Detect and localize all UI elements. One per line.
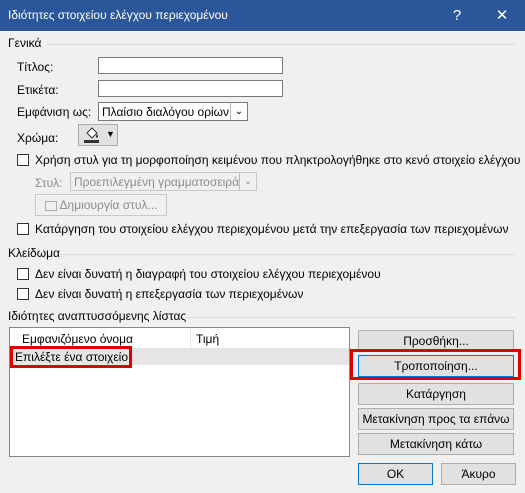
- highlight-box-list-item: [10, 346, 132, 368]
- show-as-dropdown[interactable]: Πλαίσιο διαλόγου ορίων ⌄: [98, 102, 248, 121]
- remove-after-edit-checkbox[interactable]: [17, 223, 29, 235]
- column-header-value[interactable]: Τιμή: [196, 332, 219, 346]
- move-up-button[interactable]: Μετακίνηση προς τα επάνω: [358, 408, 514, 430]
- tag-input[interactable]: [98, 80, 283, 97]
- cancel-button[interactable]: Άκυρο: [441, 463, 516, 485]
- show-as-label: Εμφάνιση ως:: [17, 105, 92, 119]
- highlight-box-modify: [350, 349, 521, 380]
- help-button[interactable]: ?: [435, 0, 479, 31]
- remove-after-edit-label: Κατάργηση του στοιχείου ελέγχου περιεχομ…: [35, 222, 509, 236]
- no-edit-checkbox[interactable]: [17, 288, 29, 300]
- window-title: Ιδιότητες στοιχείου ελέγχου περιεχομένου: [8, 8, 228, 22]
- color-label: Χρώμα:: [17, 131, 59, 145]
- chevron-down-icon: ⌄: [239, 173, 256, 190]
- new-style-button[interactable]: Δημιουργία στυλ...: [35, 194, 167, 216]
- general-separator: [46, 44, 516, 45]
- use-style-label: Χρήση στυλ για τη μορφοποίηση κειμένου π…: [35, 153, 521, 167]
- chevron-down-icon: ⌄: [230, 103, 247, 120]
- style-dropdown[interactable]: Προεπιλεγμένη γραμματοσειρά ⌄: [70, 172, 257, 191]
- column-header-display-name[interactable]: Εμφανιζόμενο όνομα: [22, 332, 133, 346]
- use-style-checkbox[interactable]: [17, 154, 29, 166]
- style-value: Προεπιλεγμένη γραμματοσειρά: [74, 175, 239, 189]
- column-divider: [190, 328, 191, 348]
- title-input[interactable]: [98, 57, 283, 74]
- locking-separator: [60, 254, 516, 255]
- title-field-label: Τίτλος:: [17, 60, 54, 74]
- locking-group-label: Κλείδωμα: [8, 246, 60, 260]
- dropdown-props-group-label: Ιδιότητες αναπτυσσόμενης λίστας: [8, 309, 187, 323]
- ok-button[interactable]: OK: [358, 463, 433, 485]
- caret-down-icon: ▼: [106, 129, 115, 139]
- no-delete-label: Δεν είναι δυνατή η διαγραφή του στοιχείο…: [35, 267, 381, 281]
- remove-item-button[interactable]: Κατάργηση: [358, 383, 514, 405]
- general-group-label: Γενικά: [8, 36, 42, 50]
- no-delete-checkbox[interactable]: [17, 268, 29, 280]
- style-icon: [44, 200, 57, 211]
- no-edit-label: Δεν είναι δυνατή η επεξεργασία των περιε…: [35, 287, 304, 301]
- move-down-button[interactable]: Μετακίνηση κάτω: [358, 433, 514, 455]
- paint-bucket-icon: [84, 127, 99, 143]
- style-label: Στυλ:: [35, 176, 63, 190]
- title-bar: Ιδιότητες στοιχείου ελέγχου περιεχομένου…: [0, 0, 525, 31]
- tag-field-label: Ετικέτα:: [17, 83, 59, 97]
- close-button[interactable]: ✕: [480, 0, 524, 31]
- color-picker-button[interactable]: ▼: [78, 124, 118, 146]
- dropdown-props-separator: [186, 317, 516, 318]
- show-as-value: Πλαίσιο διαλόγου ορίων: [102, 105, 230, 119]
